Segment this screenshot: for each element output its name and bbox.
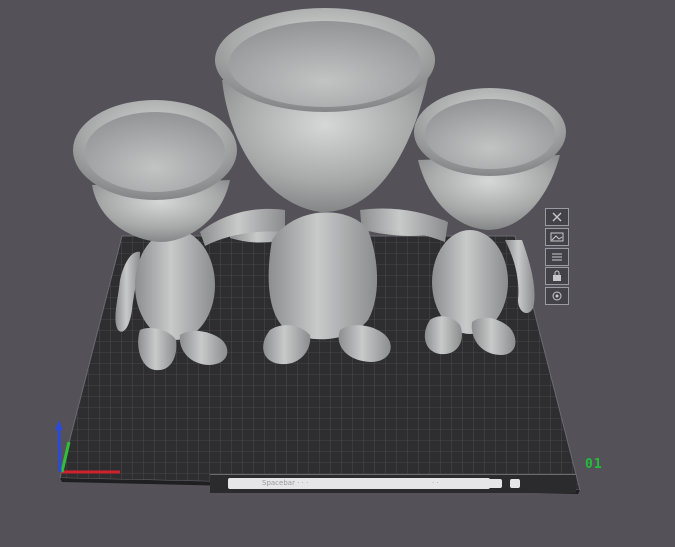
3d-viewport[interactable]: 01 Spacebar · · · · · xyxy=(0,0,675,543)
image-icon xyxy=(550,232,564,242)
lock-icon xyxy=(553,270,561,281)
view-icon xyxy=(552,291,562,301)
strip-right-text: · · xyxy=(432,479,439,487)
close-icon-button[interactable] xyxy=(545,208,569,226)
image-icon-button[interactable] xyxy=(545,228,569,246)
lock-icon-button[interactable] xyxy=(545,267,569,285)
dots-icon[interactable] xyxy=(510,479,520,488)
scene[interactable] xyxy=(0,0,675,543)
list-icon xyxy=(552,253,562,261)
axis-gizmo-label: 01 xyxy=(585,457,603,472)
close-icon xyxy=(552,212,562,222)
path-text: Spacebar · · · xyxy=(262,479,309,487)
list-icon-button[interactable] xyxy=(545,248,569,266)
view-icon-button[interactable] xyxy=(545,287,569,305)
status-strip: Spacebar · · · · · xyxy=(210,474,576,493)
counter-icon xyxy=(482,479,502,488)
